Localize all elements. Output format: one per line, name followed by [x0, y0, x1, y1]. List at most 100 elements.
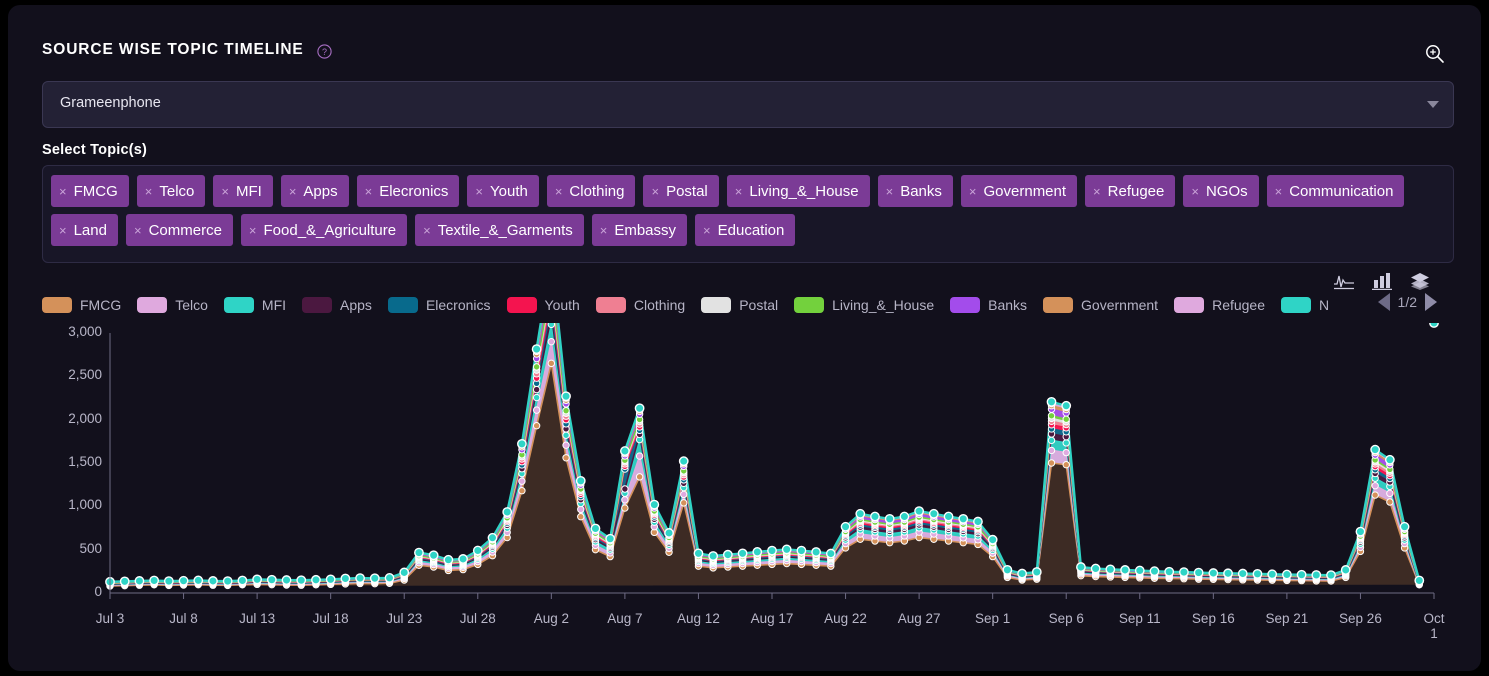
- data-point[interactable]: [531, 344, 542, 355]
- data-point[interactable]: [428, 550, 439, 561]
- legend-item[interactable]: MFI: [223, 297, 286, 313]
- data-point[interactable]: [1237, 568, 1248, 579]
- topic-chip[interactable]: × Textile_&_Garments: [415, 214, 584, 246]
- triangle-right-icon[interactable]: [1425, 293, 1437, 311]
- data-point[interactable]: [281, 575, 292, 585]
- data-point[interactable]: [1017, 568, 1027, 579]
- data-point[interactable]: [1061, 400, 1072, 411]
- data-point[interactable]: [708, 551, 719, 561]
- topic-chip[interactable]: × Land: [51, 214, 118, 246]
- data-point[interactable]: [1002, 564, 1013, 575]
- legend-item[interactable]: Elecronics: [387, 297, 491, 313]
- topic-chip[interactable]: × Banks: [877, 175, 953, 207]
- data-point[interactable]: [855, 508, 866, 519]
- topic-chip[interactable]: × Embassy: [591, 214, 688, 246]
- question-circle-icon[interactable]: ?: [317, 43, 332, 59]
- data-point[interactable]: [414, 547, 424, 558]
- chip-remove-icon[interactable]: ×: [145, 185, 153, 198]
- data-point[interactable]: [532, 385, 541, 394]
- data-point[interactable]: [1047, 412, 1056, 420]
- data-point[interactable]: [1386, 489, 1394, 498]
- chip-remove-icon[interactable]: ×: [735, 185, 743, 198]
- data-point[interactable]: [1062, 415, 1070, 423]
- data-point[interactable]: [1179, 567, 1189, 578]
- data-point[interactable]: [1340, 565, 1351, 575]
- data-point[interactable]: [680, 490, 688, 499]
- data-point[interactable]: [678, 456, 689, 467]
- legend-item[interactable]: FMCG: [42, 297, 121, 313]
- data-point[interactable]: [1414, 575, 1425, 586]
- topic-chip[interactable]: × Telco: [136, 175, 206, 207]
- data-point[interactable]: [1047, 446, 1056, 455]
- triangle-left-icon[interactable]: [1377, 293, 1390, 311]
- data-point[interactable]: [1326, 570, 1336, 581]
- data-point[interactable]: [1062, 448, 1070, 457]
- data-point[interactable]: [693, 548, 704, 559]
- data-point[interactable]: [1267, 569, 1278, 580]
- chip-remove-icon[interactable]: ×: [969, 185, 977, 198]
- data-point[interactable]: [1164, 566, 1175, 577]
- data-point[interactable]: [590, 523, 601, 534]
- data-point[interactable]: [547, 337, 556, 346]
- data-point[interactable]: [518, 477, 526, 485]
- data-point[interactable]: [928, 508, 939, 519]
- data-point[interactable]: [767, 545, 777, 556]
- data-point[interactable]: [664, 528, 674, 538]
- data-point[interactable]: [252, 574, 263, 585]
- data-point[interactable]: [547, 359, 556, 368]
- data-point[interactable]: [562, 441, 570, 449]
- data-point[interactable]: [958, 513, 969, 524]
- data-point[interactable]: [1134, 565, 1145, 576]
- data-point[interactable]: [532, 422, 541, 430]
- data-point[interactable]: [1296, 569, 1307, 580]
- chip-remove-icon[interactable]: ×: [1093, 185, 1101, 198]
- topic-chip[interactable]: × Education: [695, 214, 796, 246]
- data-point[interactable]: [621, 504, 629, 512]
- data-point[interactable]: [355, 573, 365, 583]
- data-point[interactable]: [1223, 568, 1233, 579]
- topic-chip[interactable]: × Apps: [280, 175, 349, 207]
- chip-remove-icon[interactable]: ×: [555, 185, 563, 198]
- data-point[interactable]: [134, 576, 145, 586]
- line-chart-icon[interactable]: [1333, 271, 1355, 296]
- data-point[interactable]: [532, 363, 541, 371]
- chip-remove-icon[interactable]: ×: [59, 185, 67, 198]
- data-point[interactable]: [1370, 444, 1381, 455]
- data-point[interactable]: [517, 438, 527, 449]
- data-point[interactable]: [943, 511, 954, 522]
- data-point[interactable]: [532, 393, 541, 402]
- data-point[interactable]: [722, 549, 733, 560]
- data-point[interactable]: [384, 573, 395, 583]
- data-point[interactable]: [1031, 567, 1042, 577]
- chip-remove-icon[interactable]: ×: [703, 224, 711, 237]
- data-point[interactable]: [1399, 521, 1410, 532]
- topic-chip[interactable]: × Refugee: [1085, 175, 1176, 207]
- data-point[interactable]: [619, 446, 630, 456]
- data-point[interactable]: [208, 576, 218, 586]
- data-point[interactable]: [1208, 568, 1219, 578]
- data-point[interactable]: [635, 473, 644, 481]
- legend-item[interactable]: Government: [1043, 297, 1158, 313]
- topic-chip[interactable]: × FMCG: [51, 175, 129, 207]
- topic-chip[interactable]: × Communication: [1266, 175, 1405, 207]
- data-point[interactable]: [1090, 563, 1101, 574]
- data-point[interactable]: [621, 496, 629, 504]
- chip-remove-icon[interactable]: ×: [475, 185, 483, 198]
- data-point[interactable]: [502, 507, 513, 517]
- topic-chip[interactable]: × Youth: [467, 175, 539, 207]
- chip-remove-icon[interactable]: ×: [1275, 185, 1283, 198]
- data-point[interactable]: [119, 576, 130, 587]
- data-point[interactable]: [577, 513, 585, 521]
- data-point[interactable]: [1311, 570, 1322, 580]
- data-point[interactable]: [1120, 565, 1130, 575]
- data-point[interactable]: [296, 575, 307, 586]
- data-point[interactable]: [193, 575, 204, 586]
- chip-remove-icon[interactable]: ×: [59, 224, 67, 237]
- chip-remove-icon[interactable]: ×: [651, 185, 659, 198]
- data-point[interactable]: [914, 506, 925, 517]
- data-point[interactable]: [737, 548, 748, 559]
- legend-item[interactable]: Living_&_House: [794, 297, 934, 313]
- chip-remove-icon[interactable]: ×: [600, 224, 608, 237]
- data-point[interactable]: [973, 516, 983, 527]
- data-point[interactable]: [1429, 323, 1439, 328]
